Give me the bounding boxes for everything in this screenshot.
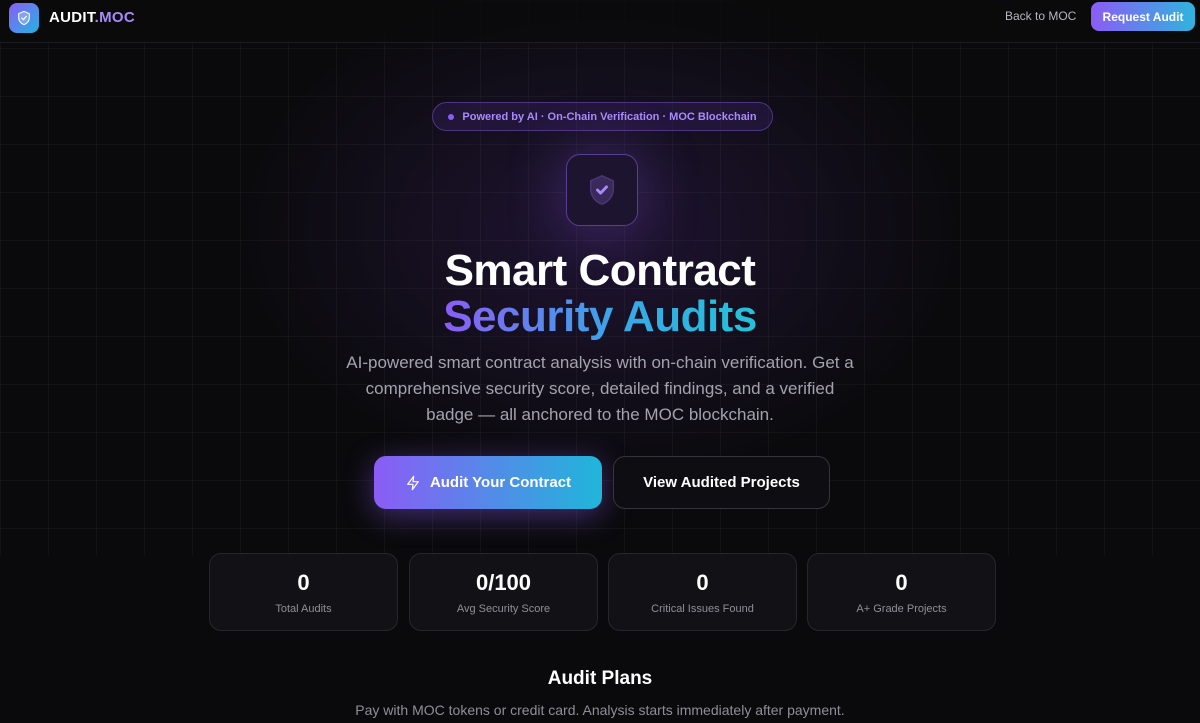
stat-value: 0 xyxy=(895,570,908,595)
audit-plans-heading: Audit Plans xyxy=(547,668,653,689)
hero-subtitle: AI-powered smart contract analysis with … xyxy=(346,353,854,424)
stat-label: Avg Security Score xyxy=(456,603,551,615)
top-nav: AUDIT.MOC Back to MOC Request Audit xyxy=(0,0,1200,43)
hero-title-line2: Security Audits xyxy=(443,292,757,341)
powered-by-badge: Powered by AI · On-Chain Verification · … xyxy=(432,102,773,131)
view-audited-projects-button[interactable]: View Audited Projects xyxy=(613,456,830,509)
page: AUDIT.MOC Back to MOC Request Audit Powe… xyxy=(0,0,1200,723)
stat-card-a-plus-projects: 0 A+ Grade Projects xyxy=(807,553,996,631)
stat-value: 0 xyxy=(696,570,709,595)
lightning-icon xyxy=(407,475,419,490)
stat-card-critical-issues: 0 Critical Issues Found xyxy=(608,553,797,631)
logo-shield-icon xyxy=(9,2,39,33)
stat-card-total-audits: 0 Total Audits xyxy=(209,553,398,631)
brand-name-part2: .MOC xyxy=(94,9,136,26)
stat-value: 0/100 xyxy=(475,570,532,595)
brand-name-part1: AUDIT xyxy=(49,9,95,26)
audit-plans-subtitle: Pay with MOC tokens or credit card. Anal… xyxy=(355,702,845,718)
stat-label: Critical Issues Found xyxy=(651,603,754,615)
audit-your-contract-button[interactable]: Audit Your Contract xyxy=(374,456,602,509)
brand[interactable]: AUDIT.MOC xyxy=(9,2,135,33)
stat-card-avg-security-score: 0/100 Avg Security Score xyxy=(409,553,598,631)
stat-label: Total Audits xyxy=(275,603,332,615)
brand-name: AUDIT.MOC xyxy=(49,9,135,26)
hero-title-line1: Smart Contract xyxy=(444,246,756,295)
hero-shield-icon xyxy=(566,154,638,226)
powered-by-text: Powered by AI · On-Chain Verification · … xyxy=(462,110,757,123)
back-to-moc-link[interactable]: Back to MOC xyxy=(1005,9,1076,23)
stat-value: 0 xyxy=(297,570,310,595)
status-dot xyxy=(448,113,455,120)
audit-your-contract-label: Audit Your Contract xyxy=(429,474,572,491)
request-audit-button[interactable]: Request Audit xyxy=(1091,2,1195,31)
stat-label: A+ Grade Projects xyxy=(856,603,947,615)
hero-title: Smart Contract Security Audits xyxy=(0,248,1200,340)
